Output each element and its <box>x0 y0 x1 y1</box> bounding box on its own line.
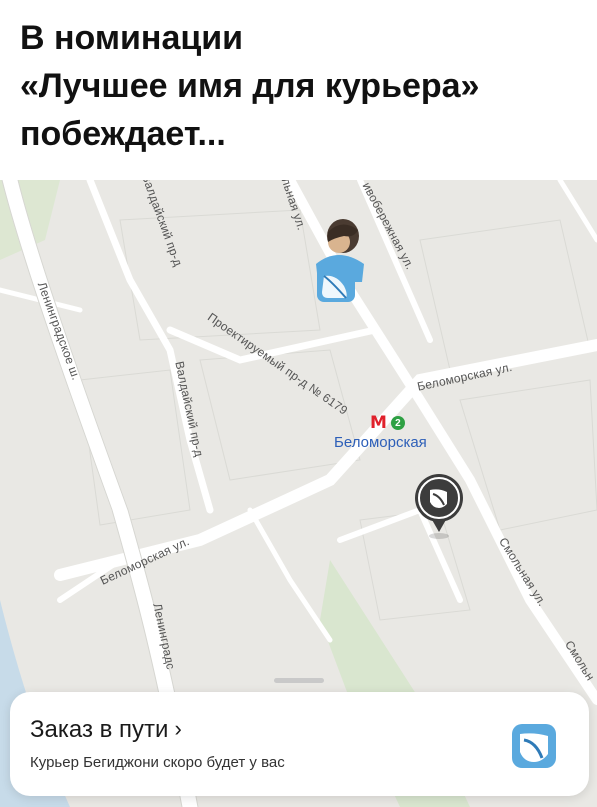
metro-line-badge: 2 <box>390 416 405 430</box>
caption-line-3: побеждает... <box>20 115 226 153</box>
caption-line-2: «Лучшее имя для курьера» <box>20 67 480 105</box>
order-status-sheet[interactable]: Заказ в пути › Курьер Бегиджони скоро бу… <box>10 692 589 796</box>
chevron-right-icon: › <box>174 716 182 741</box>
metro-marker[interactable]: М 2 <box>370 413 405 433</box>
courier-eta-text: Курьер Бегиджони скоро будет у вас <box>30 754 285 771</box>
order-status-label: Заказ в пути <box>30 716 169 743</box>
meme-caption: В номинации «Лучшее имя для курьера» поб… <box>20 14 580 158</box>
courier-app-icon <box>508 720 560 772</box>
order-status-title[interactable]: Заказ в пути › <box>30 716 182 744</box>
caption-line-1: В номинации <box>20 19 244 57</box>
metro-station-label: Беломорская <box>334 434 427 451</box>
destination-pin-icon[interactable] <box>413 472 465 542</box>
courier-avatar-icon[interactable] <box>308 216 370 302</box>
sheet-drag-handle[interactable] <box>274 678 324 683</box>
metro-logo-icon: М <box>370 413 387 433</box>
